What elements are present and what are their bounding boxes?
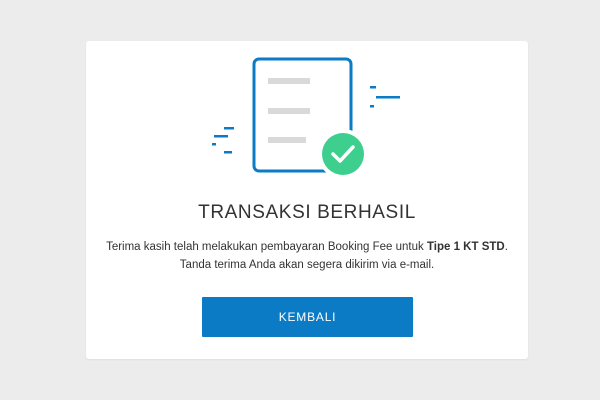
motion-lines-right [370,86,400,108]
unit-type-name: Tipe 1 KT STD [426,241,505,253]
success-message: Terima kasih telah melakukan pembayaran … [86,238,528,274]
message-line-2: Tanda terima Anda akan segera dikirim vi… [179,259,435,271]
page-title: TRANSAKSI BERHASIL [198,202,416,223]
back-button[interactable]: KEMBALI [202,297,413,337]
motion-lines-left [212,127,234,154]
checkmark-icon [318,129,368,179]
message-line-1: Terima kasih telah melakukan pembayaran … [86,238,528,256]
message-line-1-suffix: . [504,241,508,253]
message-line-1-prefix: Terima kasih telah melakukan pembayaran … [106,241,427,253]
transaction-success-illustration [212,57,400,179]
